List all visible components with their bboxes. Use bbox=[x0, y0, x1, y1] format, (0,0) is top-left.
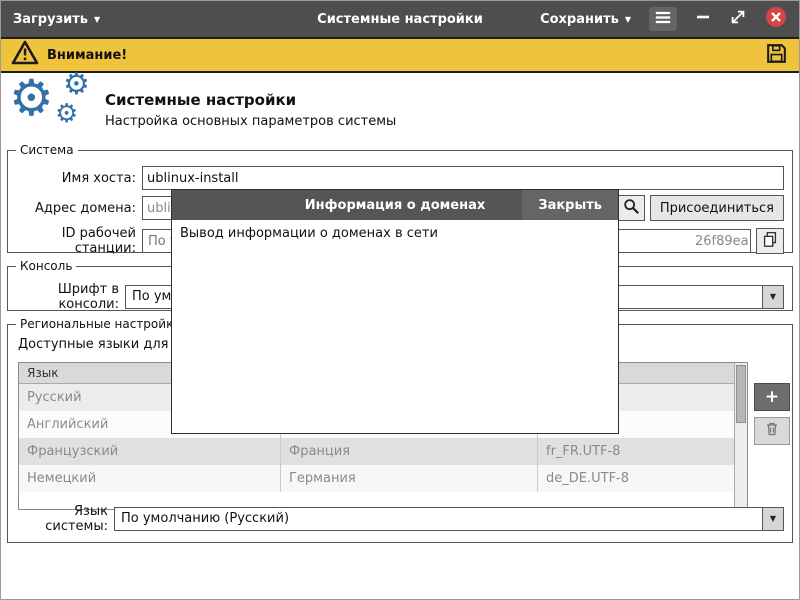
table-row[interactable]: Немецкий Германия de_DE.UTF-8 bbox=[19, 465, 735, 492]
system-language-row: Язык системы: По умолчанию (Русский) ▼ bbox=[16, 504, 784, 534]
warning-bar: Внимание! bbox=[1, 37, 799, 73]
hostname-label: Имя хоста: bbox=[16, 171, 136, 186]
workstation-id-label: ID рабочей станции: bbox=[16, 226, 136, 256]
gear-icon: ⚙ bbox=[9, 69, 54, 127]
chevron-down-icon: ▼ bbox=[94, 16, 100, 24]
close-icon bbox=[765, 6, 787, 32]
copy-id-button[interactable] bbox=[756, 228, 784, 254]
search-icon bbox=[622, 197, 640, 219]
dialog-close-button[interactable]: Закрыть bbox=[522, 190, 618, 220]
load-menu-button[interactable]: Загрузить ▼ bbox=[13, 12, 100, 27]
domain-info-dialog: Информация о доменах Закрыть Вывод инфор… bbox=[171, 189, 619, 434]
floppy-save-icon bbox=[764, 41, 789, 70]
regional-legend: Региональные настройки bbox=[16, 317, 185, 331]
dialog-titlebar: Информация о доменах Закрыть bbox=[172, 190, 618, 220]
app-window: Загрузить ▼ Системные настройки Сохранит… bbox=[0, 0, 800, 600]
titlebar-actions: Сохранить ▼ bbox=[540, 6, 787, 32]
cell-language: Немецкий bbox=[19, 465, 281, 492]
cell-country: Германия bbox=[281, 465, 538, 492]
cell-language: Французский bbox=[19, 438, 281, 465]
cell-country: Франция bbox=[281, 438, 538, 465]
close-button[interactable] bbox=[765, 6, 787, 32]
hostname-input[interactable] bbox=[142, 166, 784, 190]
chevron-down-icon: ▼ bbox=[762, 508, 783, 530]
gear-icon: ⚙ bbox=[55, 99, 78, 129]
join-domain-button[interactable]: Присоединиться bbox=[650, 195, 784, 221]
page-title: Системные настройки bbox=[105, 91, 396, 109]
fullscreen-button[interactable] bbox=[729, 8, 747, 30]
add-language-button[interactable]: + bbox=[754, 383, 790, 411]
save-file-button[interactable] bbox=[764, 41, 789, 70]
titlebar: Загрузить ▼ Системные настройки Сохранит… bbox=[1, 1, 799, 37]
table-actions: + bbox=[754, 383, 790, 445]
page-header: ⚙ ⚙ ⚙ Системные настройки Настройка осно… bbox=[9, 79, 791, 141]
main-menu-button[interactable] bbox=[649, 7, 677, 31]
cell-locale: de_DE.UTF-8 bbox=[538, 465, 735, 492]
save-menu-label: Сохранить bbox=[540, 12, 619, 27]
cell-locale: fr_FR.UTF-8 bbox=[538, 438, 735, 465]
dialog-body: Вывод информации о доменах в сети bbox=[172, 220, 618, 433]
console-font-label: Шрифт в консоли: bbox=[16, 282, 119, 312]
warning-text: Внимание! bbox=[47, 48, 127, 63]
page-header-text: Системные настройки Настройка основных п… bbox=[105, 91, 396, 129]
hamburger-icon bbox=[654, 10, 672, 29]
gear-icon: ⚙ bbox=[63, 67, 90, 102]
console-legend: Консоль bbox=[16, 259, 76, 273]
page-subtitle: Настройка основных параметров системы bbox=[105, 114, 396, 129]
domain-label: Адрес домена: bbox=[16, 201, 136, 216]
minimize-button[interactable] bbox=[695, 9, 711, 29]
expand-icon bbox=[729, 8, 747, 30]
table-row[interactable]: Французский Франция fr_FR.UTF-8 bbox=[19, 438, 735, 465]
gears-icon: ⚙ ⚙ ⚙ bbox=[9, 79, 105, 141]
table-scrollbar[interactable] bbox=[734, 363, 747, 509]
trash-icon bbox=[764, 421, 780, 441]
system-language-value: По умолчанию (Русский) bbox=[121, 511, 289, 526]
save-menu-button[interactable]: Сохранить ▼ bbox=[540, 12, 631, 27]
scrollbar-thumb[interactable] bbox=[736, 365, 746, 423]
system-language-label: Язык системы: bbox=[16, 504, 108, 534]
search-domain-button[interactable] bbox=[617, 195, 645, 221]
copy-icon bbox=[761, 230, 779, 252]
minimize-icon bbox=[695, 9, 711, 29]
workstation-id-value-end: 26f89ea bbox=[695, 230, 749, 253]
warning-icon bbox=[11, 40, 39, 70]
system-legend: Система bbox=[16, 143, 78, 157]
load-menu-label: Загрузить bbox=[13, 12, 88, 27]
chevron-down-icon: ▼ bbox=[625, 16, 631, 24]
system-language-select[interactable]: По умолчанию (Русский) ▼ bbox=[114, 507, 784, 531]
chevron-down-icon: ▼ bbox=[762, 286, 783, 308]
remove-language-button[interactable] bbox=[754, 417, 790, 445]
hostname-row: Имя хоста: bbox=[16, 166, 784, 190]
